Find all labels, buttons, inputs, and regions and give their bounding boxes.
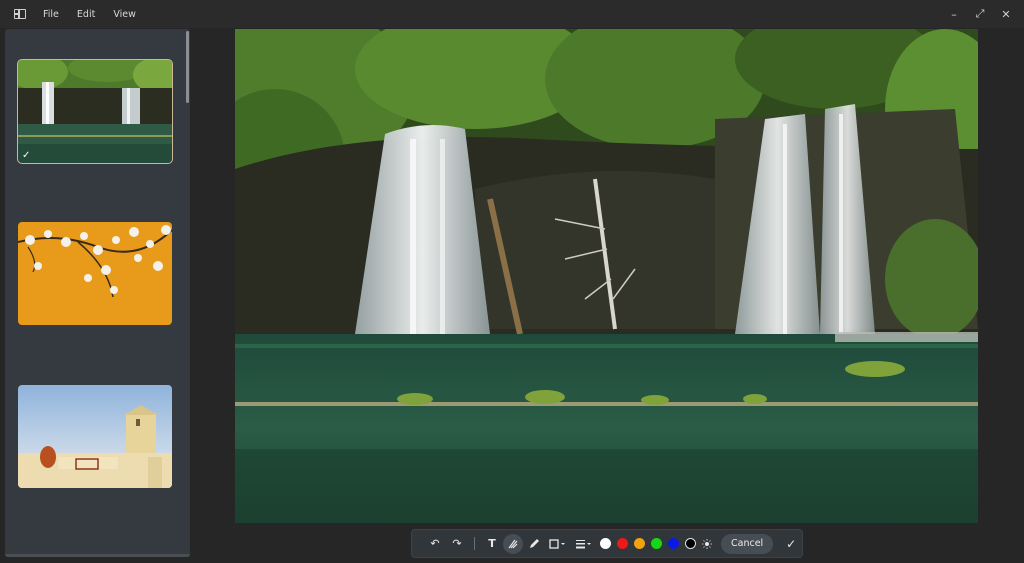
toolbar-separator: [474, 537, 475, 550]
thumbnail-building[interactable]: [18, 385, 172, 488]
close-icon[interactable]: ✕: [1000, 8, 1012, 21]
thumbnail-blossoms[interactable]: [18, 222, 172, 325]
color-blue-swatch[interactable]: [668, 538, 679, 549]
annotation-toolbar: ↶ ↷ T Cancel ✓: [411, 529, 803, 558]
title-bar: File Edit View – ⤢ ✕: [0, 0, 1024, 28]
main-image: [235, 29, 978, 523]
menu-file[interactable]: File: [43, 9, 59, 20]
thumbnail-building-image: [18, 385, 172, 488]
text-tool-icon[interactable]: T: [481, 534, 503, 554]
pen-tool-icon[interactable]: [523, 534, 545, 554]
shape-tool-dropdown-icon[interactable]: [545, 534, 571, 554]
thumbnail-waterfall[interactable]: ✓: [17, 59, 173, 164]
sidebar-scrollbar[interactable]: [186, 31, 189, 103]
image-canvas[interactable]: [235, 29, 978, 523]
menu-edit[interactable]: Edit: [77, 9, 95, 20]
confirm-icon[interactable]: ✓: [781, 534, 801, 554]
maximize-icon[interactable]: ⤢: [974, 7, 986, 21]
highlighter-tool-icon[interactable]: [503, 533, 523, 554]
undo-icon[interactable]: ↶: [424, 534, 446, 554]
minimize-icon[interactable]: –: [948, 8, 960, 21]
app-menu-icon[interactable]: [14, 9, 26, 19]
sidebar-next-thumbnail-edge: [5, 554, 190, 557]
color-white-swatch[interactable]: [600, 538, 611, 549]
window-controls: – ⤢ ✕: [948, 0, 1012, 28]
color-orange-swatch[interactable]: [634, 538, 645, 549]
brightness-icon[interactable]: [699, 534, 715, 554]
color-red-swatch[interactable]: [617, 538, 628, 549]
redo-icon[interactable]: ↷: [446, 534, 468, 554]
cancel-button[interactable]: Cancel: [721, 533, 774, 554]
thumbnail-sidebar: ✓: [5, 29, 190, 557]
color-black-swatch[interactable]: [685, 538, 696, 549]
menu-bar: File Edit View: [43, 9, 154, 20]
selected-check-icon: ✓: [22, 150, 31, 161]
color-green-swatch[interactable]: [651, 538, 662, 549]
thumbnail-waterfall-image: [18, 60, 172, 163]
thumbnail-blossoms-image: [18, 222, 172, 325]
line-width-dropdown-icon[interactable]: [571, 534, 597, 554]
menu-view[interactable]: View: [113, 9, 136, 20]
